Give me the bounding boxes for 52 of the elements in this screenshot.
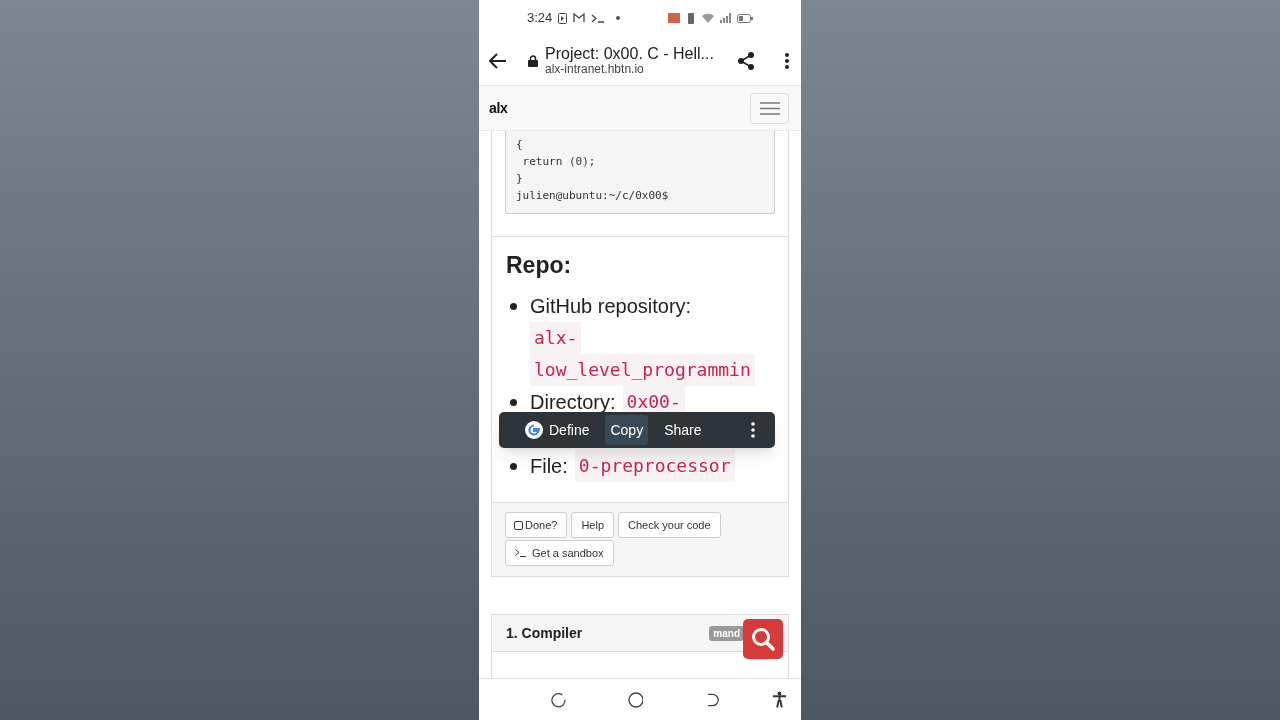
terminal-icon: [515, 549, 527, 557]
checkbox[interactable]: [514, 520, 523, 530]
back-icon[interactable]: [705, 692, 720, 707]
task-button[interactable]: Done?: [505, 512, 568, 538]
inline-code: 0-preprocessor: [574, 450, 735, 482]
inline-code: alx-: [530, 322, 582, 354]
item-label: File:: [530, 454, 568, 479]
bullet: [510, 399, 517, 406]
status-badge: mand: [709, 625, 744, 641]
google-icon: [525, 421, 543, 439]
code-line: {: [516, 137, 524, 153]
menu-icon: [759, 101, 780, 115]
media-icon: [558, 12, 568, 24]
share-icon[interactable]: [737, 51, 755, 70]
accessibility-icon[interactable]: [772, 690, 787, 709]
signal-icon: [720, 13, 731, 23]
inline-code: low_level_programmin: [530, 354, 755, 386]
battery-icon: [737, 13, 753, 23]
recents-icon[interactable]: [551, 691, 566, 708]
back-icon[interactable]: [489, 52, 507, 69]
search-button[interactable]: [743, 619, 783, 659]
terminal-icon: [591, 13, 605, 23]
wifi-icon: [702, 13, 714, 23]
task-button[interactable]: Check your code: [618, 512, 721, 538]
item-label: Directory:: [530, 390, 616, 415]
page-url[interactable]: alx-intranet.hbtn.io: [545, 62, 737, 76]
status-time: 3:24: [527, 9, 553, 28]
site-logo[interactable]: alx: [489, 97, 508, 119]
task-button[interactable]: Help: [571, 512, 615, 538]
task-title: 1. Compiler: [506, 623, 583, 643]
bullet: [510, 463, 517, 470]
menu-item[interactable]: Share: [659, 415, 707, 445]
item-label: GitHub repository:: [530, 294, 692, 319]
menu-button[interactable]: [750, 92, 789, 124]
menu-item[interactable]: Copy: [605, 415, 649, 445]
cast-icon: [668, 13, 680, 23]
lock-icon: [528, 54, 538, 67]
code-line: julien@ubuntu:~/c/0x00$: [516, 188, 670, 204]
code-line: }: [516, 171, 524, 187]
home-icon[interactable]: [627, 691, 643, 708]
task-button[interactable]: Get a sandbox: [505, 540, 614, 566]
page-title: Project: 0x00. C - Hell...: [545, 45, 715, 63]
vibrate-icon: [686, 12, 696, 24]
menu-item[interactable]: Define: [520, 415, 595, 445]
search-icon: [750, 626, 776, 652]
bullet: [510, 303, 517, 310]
more-icon[interactable]: [751, 422, 755, 438]
more-icon[interactable]: [785, 52, 789, 69]
dot-icon: [616, 16, 621, 20]
code-line: return (0);: [521, 154, 597, 170]
mail-icon: [573, 13, 586, 23]
section-heading: Repo:: [506, 251, 573, 280]
